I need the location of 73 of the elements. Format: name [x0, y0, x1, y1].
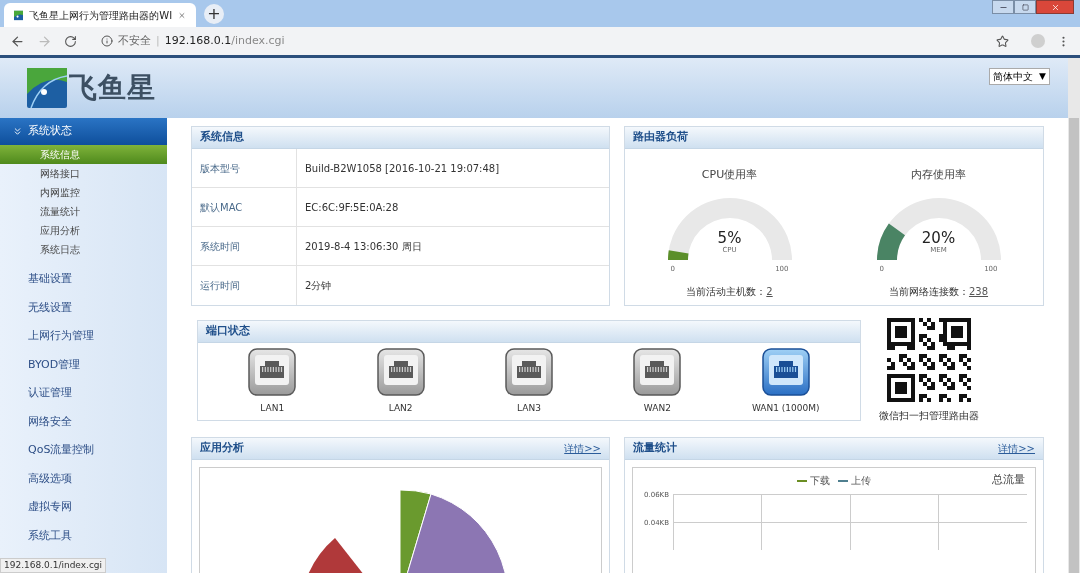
- tab-title: 飞鱼星上网行为管理路由器的WI: [29, 8, 173, 23]
- info-label: 默认MAC: [192, 188, 297, 226]
- minimize-button[interactable]: [992, 0, 1014, 14]
- panel-title: 流量统计: [633, 440, 677, 457]
- panel-title: 路由器负荷: [633, 129, 688, 146]
- qr-caption: 微信扫一扫管理路由器: [879, 409, 979, 423]
- info-label: 运行时间: [192, 266, 297, 305]
- sidebar-section[interactable]: 上网行为管理: [0, 322, 167, 351]
- sidebar-section[interactable]: BYOD管理: [0, 350, 167, 379]
- port-label: LAN3: [517, 402, 541, 415]
- info-label: 系统时间: [192, 227, 297, 265]
- close-button[interactable]: [1036, 0, 1074, 14]
- restore-button[interactable]: [1014, 0, 1036, 14]
- restore-icon: [1021, 3, 1029, 11]
- sidebar-item[interactable]: 应用分析: [0, 221, 167, 240]
- sidebar-section[interactable]: 系统工具: [0, 521, 167, 550]
- security-label: 不安全: [118, 32, 151, 49]
- gauge-title: CPU使用率: [701, 167, 758, 183]
- sidebar-section[interactable]: 无线设置: [0, 293, 167, 322]
- sidebar-section[interactable]: 认证管理: [0, 379, 167, 408]
- gauge-footer-label: 当前活动主机数：: [686, 285, 767, 299]
- info-value: Build-B2W1058 [2016-10-21 19:07:48]: [304, 161, 500, 176]
- info-value: 2分钟: [304, 279, 332, 293]
- qr-code-icon: [887, 318, 971, 402]
- sidebar-item[interactable]: 内网监控: [0, 183, 167, 202]
- chart-title: 总流量: [992, 472, 1025, 488]
- new-tab-button[interactable]: +: [204, 4, 224, 24]
- sidebar-item[interactable]: 系统日志: [0, 240, 167, 259]
- port-label: LAN1: [260, 402, 285, 415]
- panel-title: 系统信息: [200, 129, 244, 146]
- profile-avatar-icon[interactable]: [1031, 34, 1045, 48]
- sidebar-section[interactable]: QoS流量控制: [0, 436, 167, 465]
- panel-title: 端口状态: [206, 323, 250, 340]
- gauge-footer-link[interactable]: 238: [968, 284, 989, 299]
- chevrons-down-icon: [12, 126, 23, 137]
- info-value: EC:6C:9F:5E:0A:28: [304, 200, 399, 215]
- port-label: LAN2: [388, 402, 413, 415]
- reload-icon[interactable]: [64, 34, 77, 48]
- sidebar-item[interactable]: 流量统计: [0, 202, 167, 221]
- url-path: /index.cgi: [231, 32, 285, 49]
- gauge-reading: 20%: [921, 229, 956, 246]
- back-icon[interactable]: [10, 33, 25, 49]
- separator: |: [156, 32, 160, 49]
- close-icon: [1050, 2, 1060, 12]
- gauge-reading: 5%: [717, 229, 742, 246]
- language-select[interactable]: 简体中文 ▼: [989, 68, 1050, 85]
- address-field[interactable]: 不安全 | 192.168.0.1/index.cgi: [101, 32, 984, 50]
- sidebar-section[interactable]: 网络安全: [0, 407, 167, 436]
- browser-tab[interactable]: 飞鱼星上网行为管理路由器的WI: [4, 3, 196, 27]
- port-label: WAN2: [643, 402, 671, 415]
- info-icon: [101, 35, 113, 47]
- url-host: 192.168.0.1: [164, 32, 232, 49]
- legend-label: 上传: [851, 474, 871, 488]
- gauge-footer-link[interactable]: 2: [766, 284, 773, 299]
- scrollbar[interactable]: [1068, 58, 1080, 573]
- sidebar-section[interactable]: 基础设置: [0, 265, 167, 294]
- sidebar-item[interactable]: 网络接口: [0, 164, 167, 183]
- info-value: 2019-8-4 13:06:30 周日: [304, 239, 422, 254]
- gauge-title: 内存使用率: [911, 167, 966, 183]
- details-link[interactable]: 详情>>: [564, 441, 601, 456]
- site-logo-icon: [14, 8, 24, 22]
- gauge-footer-label: 当前网络连接数：: [888, 285, 969, 299]
- brand-logo-drawing: 飞鱼星: [27, 67, 156, 109]
- info-label: 版本型号: [192, 149, 297, 187]
- panel-title: 应用分析: [200, 440, 244, 457]
- port-label: WAN1 (1000M): [751, 402, 820, 415]
- details-link[interactable]: 详情>>: [998, 441, 1035, 456]
- forward-icon[interactable]: [37, 33, 52, 49]
- sidebar-section[interactable]: 高级选项: [0, 464, 167, 493]
- legend-label: 下载: [810, 474, 830, 488]
- sidebar-section[interactable]: 系统状态: [0, 118, 167, 145]
- sidebar-section[interactable]: 虚拟专网: [0, 493, 167, 522]
- bookmark-star-icon[interactable]: [996, 34, 1009, 48]
